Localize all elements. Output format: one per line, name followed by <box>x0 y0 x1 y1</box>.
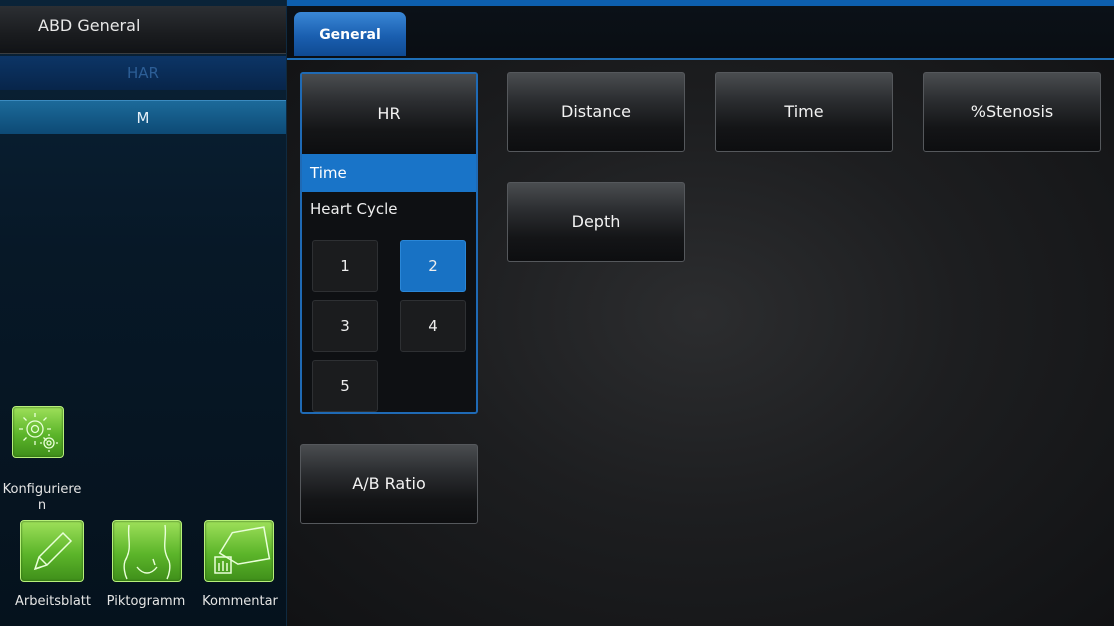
stenosis-button[interactable]: %Stenosis <box>923 72 1101 152</box>
depth-button[interactable]: Depth <box>507 182 685 262</box>
time-button[interactable]: Time <box>715 72 893 152</box>
heart-cycle-5[interactable]: 5 <box>312 360 378 412</box>
distance-button[interactable]: Distance <box>507 72 685 152</box>
heart-cycle-1[interactable]: 1 <box>312 240 378 292</box>
heart-cycle-2[interactable]: 2 <box>400 240 466 292</box>
comment-label: Kommentar <box>202 594 278 609</box>
body-pictogram-icon <box>123 524 171 580</box>
heart-cycle-3[interactable]: 3 <box>312 300 378 352</box>
mode-har[interactable]: HAR <box>0 56 286 90</box>
worksheet-label: Arbeitsblatt <box>15 594 91 609</box>
configure-label: Konfiguriere n <box>2 482 82 513</box>
hr-option-time[interactable]: Time <box>302 154 476 192</box>
hr-measurement-group: HR Time Heart Cycle 1 2 3 4 5 <box>300 72 478 414</box>
hr-button[interactable]: HR <box>302 74 476 154</box>
pictogram-button[interactable] <box>112 520 182 582</box>
mode-m[interactable]: M <box>0 100 286 134</box>
comment-button[interactable] <box>204 520 274 582</box>
preset-title[interactable]: ABD General <box>0 6 286 54</box>
pencil-icon <box>33 531 73 571</box>
tab-bar <box>287 6 1114 60</box>
pictogram-label: Piktogramm <box>106 594 186 609</box>
configure-button[interactable] <box>12 406 64 458</box>
gears-icon <box>19 413 58 452</box>
ab-ratio-button[interactable]: A/B Ratio <box>300 444 478 524</box>
tab-general[interactable]: General <box>294 12 406 56</box>
worksheet-button[interactable] <box>20 520 84 582</box>
label-comment-icon <box>214 526 271 574</box>
hr-option-heart-cycle[interactable]: Heart Cycle <box>310 200 398 218</box>
heart-cycle-4[interactable]: 4 <box>400 300 466 352</box>
